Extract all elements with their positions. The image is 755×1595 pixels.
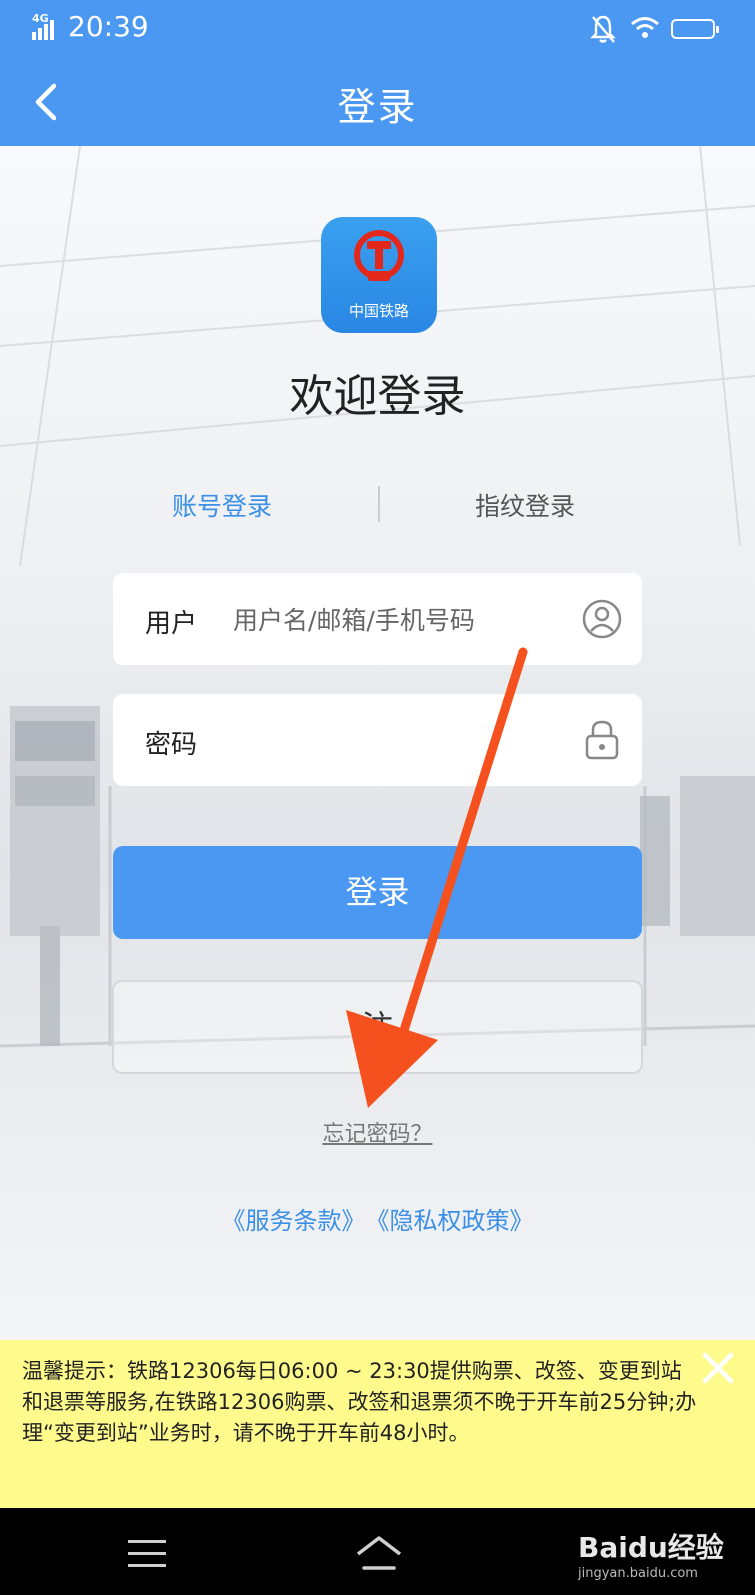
header-bar: 登录 bbox=[0, 58, 755, 146]
password-field: 密码 bbox=[113, 694, 642, 786]
logo-text: 中国铁路 bbox=[348, 302, 409, 320]
watermark: Baidu经验 jingyan.baidu.com bbox=[578, 1526, 724, 1581]
terms-links: 《服务条款》 《隐私权政策》 bbox=[0, 1201, 755, 1236]
wifi-icon bbox=[631, 17, 659, 38]
page-title: 登录 bbox=[337, 85, 418, 129]
close-icon[interactable] bbox=[700, 1350, 736, 1386]
status-time: 20:39 bbox=[68, 10, 149, 43]
watermark-url: jingyan.baidu.com bbox=[578, 1566, 698, 1581]
password-input[interactable] bbox=[231, 718, 585, 764]
user-icon bbox=[582, 599, 622, 639]
service-terms-link[interactable]: 《服务条款》 bbox=[222, 1207, 366, 1235]
register-button[interactable]: 注 bbox=[112, 980, 643, 1074]
privacy-policy-link[interactable]: 《隐私权政策》 bbox=[378, 1207, 534, 1235]
status-bar: 4G 20:39 80 bbox=[0, 0, 755, 58]
signal-icon: 4G bbox=[32, 12, 60, 40]
login-button[interactable]: 登录 bbox=[113, 846, 642, 939]
bell-off-icon bbox=[590, 15, 616, 43]
home-icon[interactable] bbox=[354, 1534, 404, 1574]
battery-icon: 80 bbox=[671, 19, 719, 39]
forgot-password-link[interactable]: 忘记密码？ bbox=[0, 1116, 755, 1148]
menu-icon[interactable] bbox=[128, 1540, 166, 1568]
lock-icon bbox=[585, 720, 619, 760]
battery-level: 80 bbox=[683, 21, 703, 37]
welcome-heading: 欢迎登录 bbox=[289, 371, 466, 422]
tab-account-login[interactable]: 账号登录 bbox=[172, 487, 272, 523]
app-logo: 中国铁路 bbox=[321, 217, 437, 333]
notice-banner: 温馨提示：铁路12306每日06:00 ~ 23:30提供购票、改签、变更到站和… bbox=[0, 1340, 755, 1508]
password-label: 密码 bbox=[145, 730, 198, 760]
watermark-brand: Baidu经验 bbox=[578, 1531, 724, 1564]
username-field: 用户 bbox=[113, 573, 642, 665]
notice-text: 温馨提示：铁路12306每日06:00 ~ 23:30提供购票、改签、变更到站和… bbox=[22, 1359, 697, 1445]
railway-emblem-icon bbox=[354, 230, 404, 281]
username-input[interactable] bbox=[231, 597, 585, 643]
username-label: 用户 bbox=[145, 609, 198, 639]
tab-divider bbox=[378, 486, 380, 522]
tab-fingerprint-login[interactable]: 指纹登录 bbox=[475, 487, 575, 523]
